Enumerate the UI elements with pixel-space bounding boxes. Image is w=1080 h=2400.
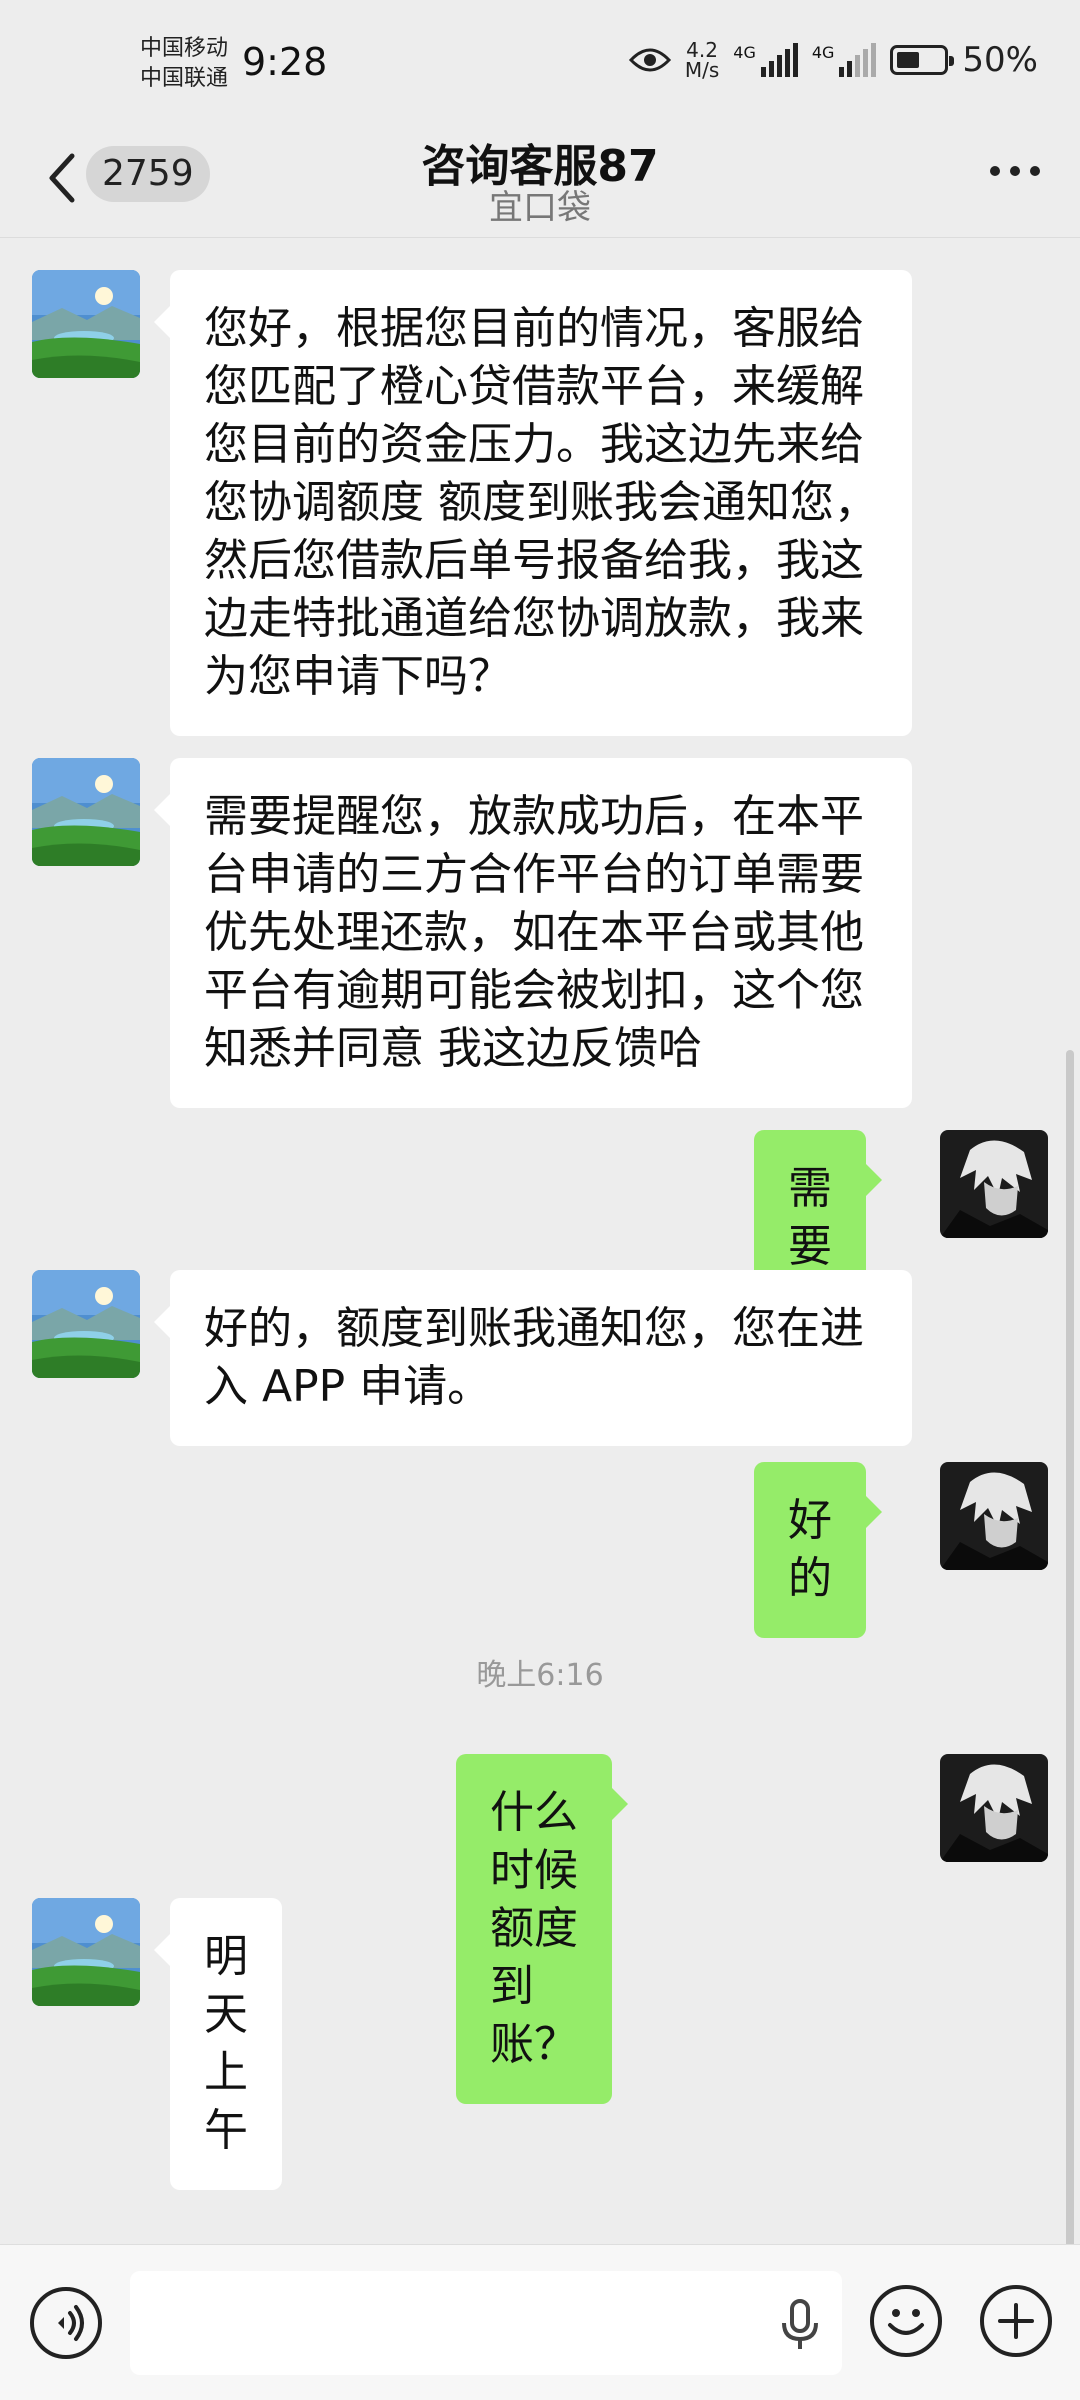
net-speed-value: 4.2 [686,38,718,62]
status-bar: 中国移动 中国联通 9:28 4.2 M/s 4G 4G 50% [0,0,1080,130]
mic-icon[interactable] [780,2299,820,2351]
user-avatar[interactable] [940,1462,1048,1570]
incoming-message-bubble[interactable]: 好的，额度到账我通知您，您在进 入 APP 申请。 [154,1270,912,1446]
battery-percent: 50% [962,40,1038,80]
emoji-button[interactable] [870,2285,942,2357]
plus-icon [998,2303,1034,2339]
contact-avatar[interactable] [32,1270,140,1378]
voice-icon [58,2305,84,2341]
contact-avatar[interactable] [32,270,140,378]
carrier-1: 中国移动 [140,36,229,61]
more-dots-icon[interactable] [990,166,1040,176]
outgoing-message-bubble[interactable]: 什么时候额度到账？ [456,1754,628,2104]
chat-header: 2759 咨询客服87 宜口袋 [0,130,1080,238]
net-speed-unit: M/s [684,58,720,82]
carrier-2: 中国联通 [140,66,229,91]
carrier-labels: 中国移动 中国联通 [140,34,228,94]
scrollbar[interactable] [1066,1050,1074,2270]
status-icons: 4.2 M/s 4G 4G 50% [628,40,1038,80]
incoming-message-bubble[interactable]: 明天上午 [154,1898,282,2190]
network-speed: 4.2 M/s [685,40,719,80]
incoming-message-bubble[interactable]: 需要提醒您，放款成功后，在本平 台申请的三方合作平台的订单需要 优先处理还款，如… [154,758,912,1108]
user-avatar[interactable] [940,1754,1048,1862]
eye-icon [628,48,671,72]
contact-avatar[interactable] [32,758,140,866]
contact-avatar[interactable] [32,1898,140,2006]
chat-subtitle: 宜口袋 [489,188,591,228]
input-bar [0,2244,1080,2400]
outgoing-message-bubble[interactable]: 好的 [754,1462,882,1638]
battery-icon [890,45,955,75]
signal-2-label: 4G [811,43,835,62]
signal-1-label: 4G [733,43,756,62]
emoji-icon [888,2309,924,2335]
signal-1-icon: 4G [733,43,798,77]
user-avatar[interactable] [940,1130,1048,1238]
battery-fill [897,52,920,68]
message-input[interactable] [130,2271,842,2375]
plus-button[interactable] [980,2285,1052,2357]
clock: 9:28 [242,40,328,84]
incoming-message-bubble[interactable]: 您好，根据您目前的情况，客服给 您匹配了橙心贷借款平台，来缓解 您目前的资金压力… [154,270,912,736]
message-timestamp: 晚上6:16 [476,1658,604,1693]
signal-2-icon: 4G [812,43,877,77]
message-list[interactable]: 您好，根据您目前的情况，客服给 您匹配了橙心贷借款平台，来缓解 您目前的资金压力… [0,238,1080,2270]
voice-button[interactable] [30,2287,102,2359]
